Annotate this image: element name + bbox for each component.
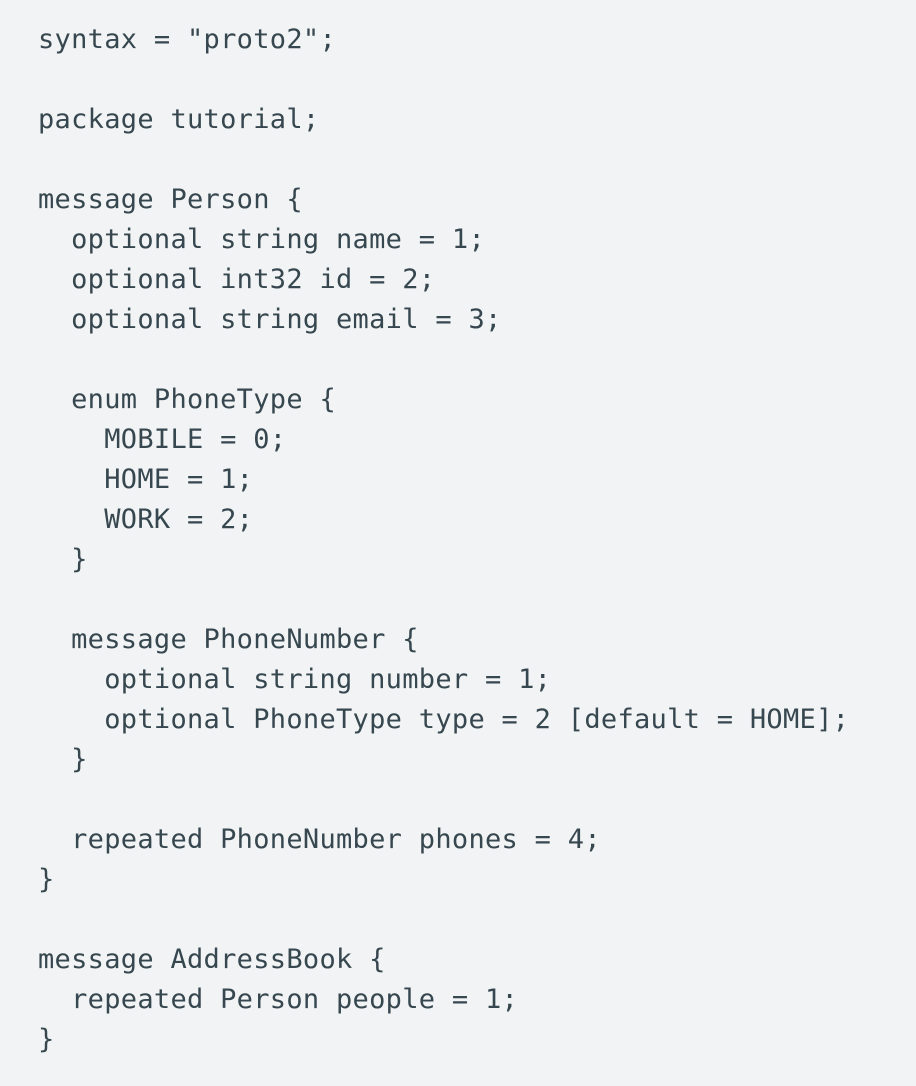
code-line: optional string email = 3; (38, 304, 502, 335)
code-line: message AddressBook { (38, 944, 386, 975)
code-line: enum PhoneType { (38, 384, 336, 415)
code-line: package tutorial; (38, 104, 320, 135)
code-line: optional string number = 1; (38, 664, 552, 695)
code-block: syntax = "proto2"; package tutorial; messa… (0, 0, 916, 1086)
code-line: message Person { (38, 184, 303, 215)
code-line: syntax = "proto2"; (38, 24, 336, 55)
code-line: optional int32 id = 2; (38, 264, 436, 295)
code-line: repeated PhoneNumber phones = 4; (38, 824, 601, 855)
code-line: } (38, 744, 88, 775)
code-line: WORK = 2; (38, 504, 254, 535)
code-line: optional PhoneType type = 2 [default = H… (38, 704, 850, 735)
code-line: } (38, 864, 55, 895)
code-line: message PhoneNumber { (38, 624, 419, 655)
code-line: } (38, 1024, 55, 1055)
code-line: MOBILE = 0; (38, 424, 287, 455)
code-line: optional string name = 1; (38, 224, 485, 255)
code-line: HOME = 1; (38, 464, 254, 495)
code-line: } (38, 544, 88, 575)
code-line: repeated Person people = 1; (38, 984, 519, 1015)
